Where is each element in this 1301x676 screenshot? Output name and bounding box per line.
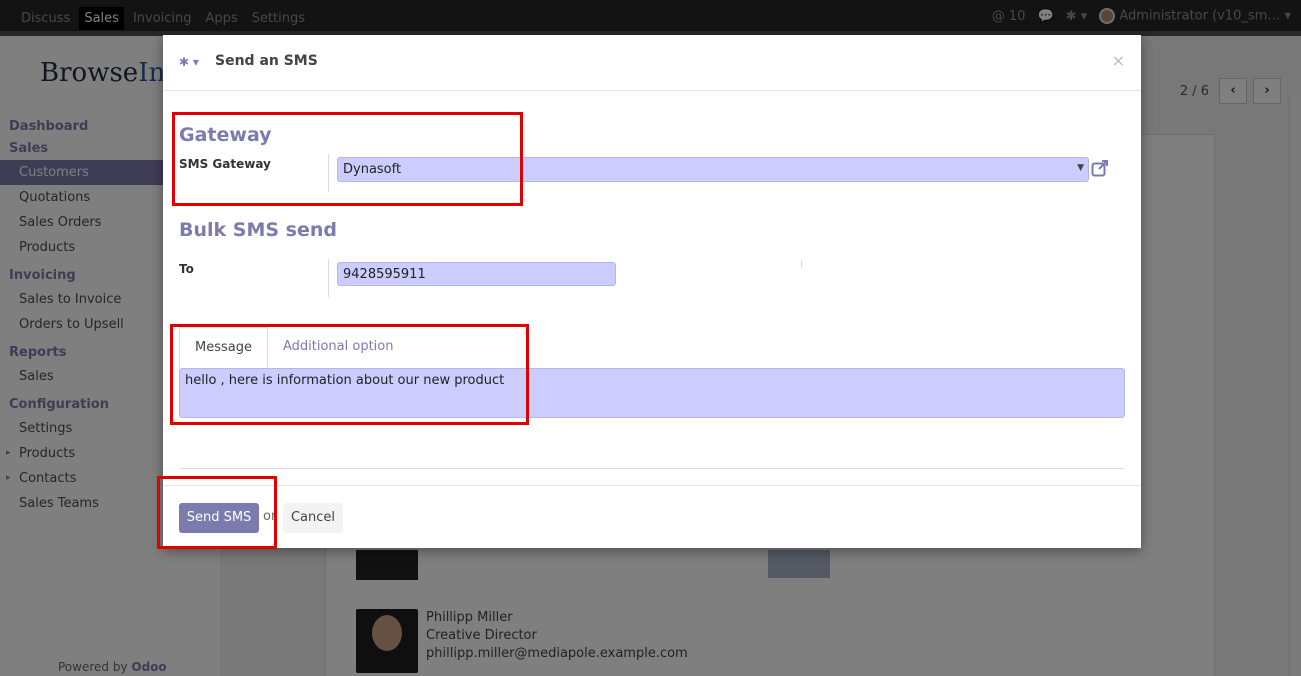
or-text: or — [263, 509, 277, 524]
tab-message[interactable]: Message — [179, 327, 268, 368]
field-divider — [801, 260, 802, 268]
sms-gateway-value: Dynasoft — [343, 162, 402, 177]
close-icon[interactable]: × — [1112, 51, 1125, 70]
send-sms-button[interactable]: Send SMS — [179, 503, 259, 533]
chevron-down-icon: ▼ — [1077, 163, 1084, 173]
dialog-title: Send an SMS — [215, 53, 318, 69]
message-textarea[interactable]: hello , here is information about our ne… — [179, 368, 1125, 418]
sms-gateway-select[interactable]: Dynasoft ▼ — [337, 157, 1089, 182]
dialog-header: ✱ ▾ Send an SMS × — [163, 35, 1141, 91]
dialog-footer: Send SMS or Cancel — [163, 485, 1141, 548]
to-field[interactable]: 9428595911 — [337, 262, 616, 286]
bulk-sms-section-title: Bulk SMS send — [179, 219, 337, 241]
send-sms-dialog: ✱ ▾ Send an SMS × Gateway SMS Gateway Dy… — [163, 35, 1141, 548]
field-divider — [328, 154, 329, 192]
field-divider — [328, 259, 329, 297]
to-label: To — [179, 262, 194, 276]
external-link-icon[interactable] — [1091, 159, 1109, 177]
gateway-section-title: Gateway — [179, 124, 272, 146]
cancel-button[interactable]: Cancel — [283, 503, 343, 533]
debug-icon[interactable]: ✱ ▾ — [179, 55, 199, 69]
divider — [179, 468, 1125, 469]
notebook-tabs: Message Additional option — [179, 327, 408, 368]
tab-additional-option[interactable]: Additional option — [268, 327, 409, 368]
sms-gateway-label: SMS Gateway — [179, 157, 271, 171]
